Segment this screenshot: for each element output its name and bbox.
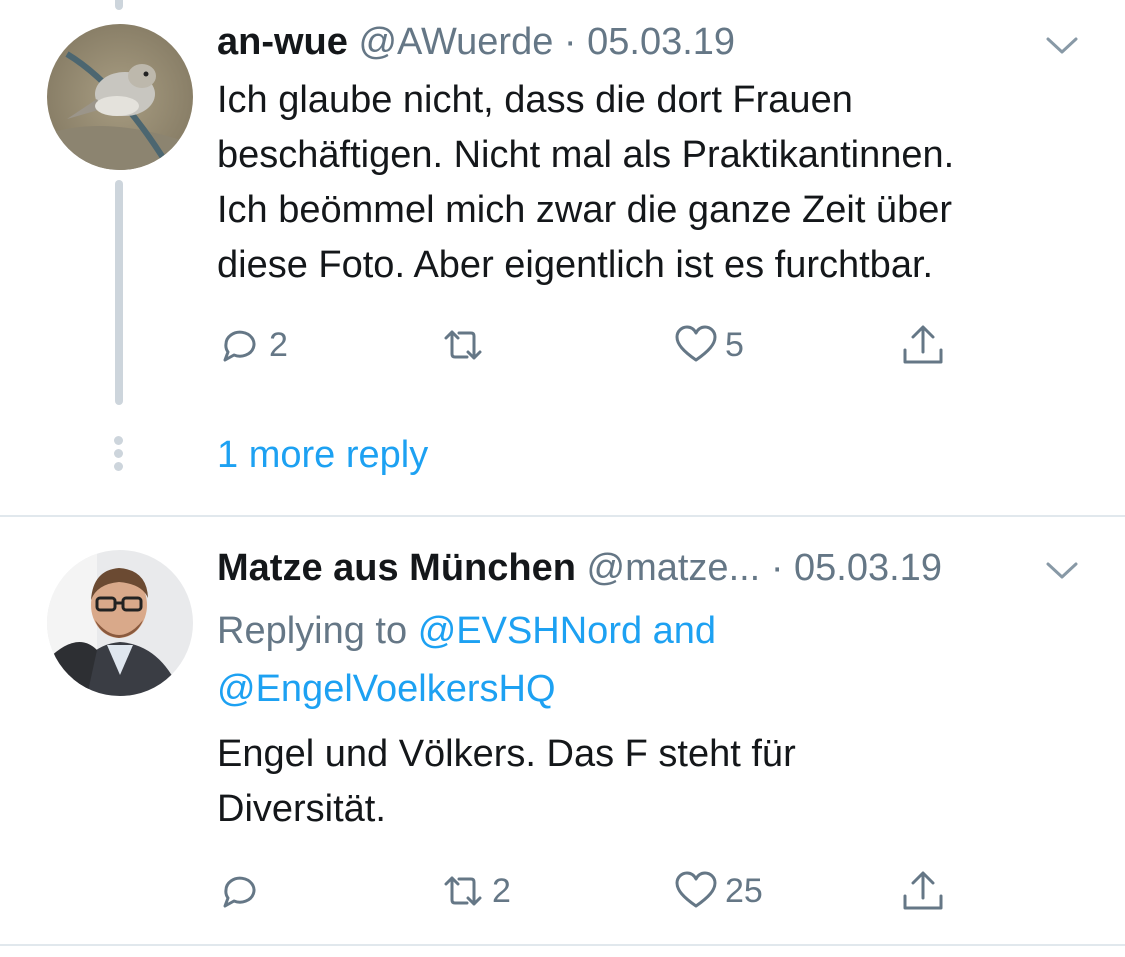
reply-button[interactable] bbox=[217, 866, 269, 916]
separator: · bbox=[563, 21, 577, 63]
retweet-icon bbox=[444, 330, 482, 360]
text-line: beschäftigen. Nicht mal als Praktikantin… bbox=[217, 134, 955, 176]
reply-icon bbox=[223, 876, 256, 908]
sparrow-photo-avatar bbox=[47, 24, 193, 170]
display-name[interactable]: an-wue bbox=[217, 21, 348, 63]
replying-to-label: Replying to bbox=[217, 610, 408, 652]
avatar[interactable] bbox=[47, 24, 193, 170]
mention-link[interactable]: @EngelVoelkersHQ bbox=[217, 668, 556, 710]
like-icon bbox=[675, 871, 717, 908]
tweet-text: Ich glaube nicht, dass die dort Frauen b… bbox=[217, 73, 954, 293]
tweet-header: an-wue @AWuerde · 05.03.19 bbox=[217, 20, 735, 64]
tweet-date[interactable]: 05.03.19 bbox=[587, 21, 735, 63]
like-icon bbox=[675, 325, 717, 362]
text-line: Diversität. bbox=[217, 788, 386, 830]
like-button[interactable]: 25 bbox=[673, 866, 763, 916]
tweet-header: Matze aus München @matze... · 05.03.19 bbox=[217, 546, 942, 590]
text-line: diese Foto. Aber eigentlich ist es furch… bbox=[217, 244, 934, 286]
chevron-down-icon[interactable] bbox=[1042, 555, 1082, 585]
retweet-button[interactable] bbox=[440, 320, 492, 370]
retweet-count: 2 bbox=[492, 872, 511, 910]
tweet-date[interactable]: 05.03.19 bbox=[794, 547, 942, 589]
text-line: Engel und Völkers. Das F steht für bbox=[217, 733, 796, 775]
text-line: Ich beömmel mich zwar die ganze Zeit übe… bbox=[217, 189, 952, 231]
handle[interactable]: @matze... bbox=[587, 547, 761, 589]
more-replies-link[interactable]: 1 more reply bbox=[217, 430, 428, 480]
like-count: 5 bbox=[725, 326, 744, 364]
divider bbox=[0, 944, 1125, 946]
thread-line-top bbox=[115, 0, 123, 10]
reply-button[interactable]: 2 bbox=[217, 320, 288, 370]
reply-icon bbox=[223, 330, 256, 362]
separator: · bbox=[770, 547, 784, 589]
reply-count: 2 bbox=[269, 326, 288, 364]
share-icon bbox=[903, 325, 943, 364]
like-count: 25 bbox=[725, 872, 763, 910]
like-button[interactable]: 5 bbox=[673, 320, 744, 370]
tweet-text: Engel und Völkers. Das F steht für Diver… bbox=[217, 727, 796, 837]
retweet-button[interactable]: 2 bbox=[440, 866, 511, 916]
retweet-icon bbox=[444, 876, 482, 906]
text-line: Ich glaube nicht, dass die dort Frauen bbox=[217, 79, 853, 121]
share-button[interactable] bbox=[900, 866, 952, 916]
share-button[interactable] bbox=[900, 320, 952, 370]
share-icon bbox=[903, 871, 943, 910]
chevron-down-icon[interactable] bbox=[1042, 30, 1082, 60]
display-name[interactable]: Matze aus München bbox=[217, 547, 576, 589]
handle[interactable]: @AWuerde bbox=[358, 21, 553, 63]
reply-context: Replying to @EVSHNord and @EngelVoelkers… bbox=[217, 602, 716, 718]
person-photo-avatar bbox=[47, 550, 193, 696]
divider bbox=[0, 515, 1125, 517]
thread-line bbox=[115, 180, 123, 405]
mention-link[interactable]: @EVSHNord and bbox=[418, 610, 716, 652]
more-replies-dots bbox=[114, 436, 124, 475]
avatar[interactable] bbox=[47, 550, 193, 696]
